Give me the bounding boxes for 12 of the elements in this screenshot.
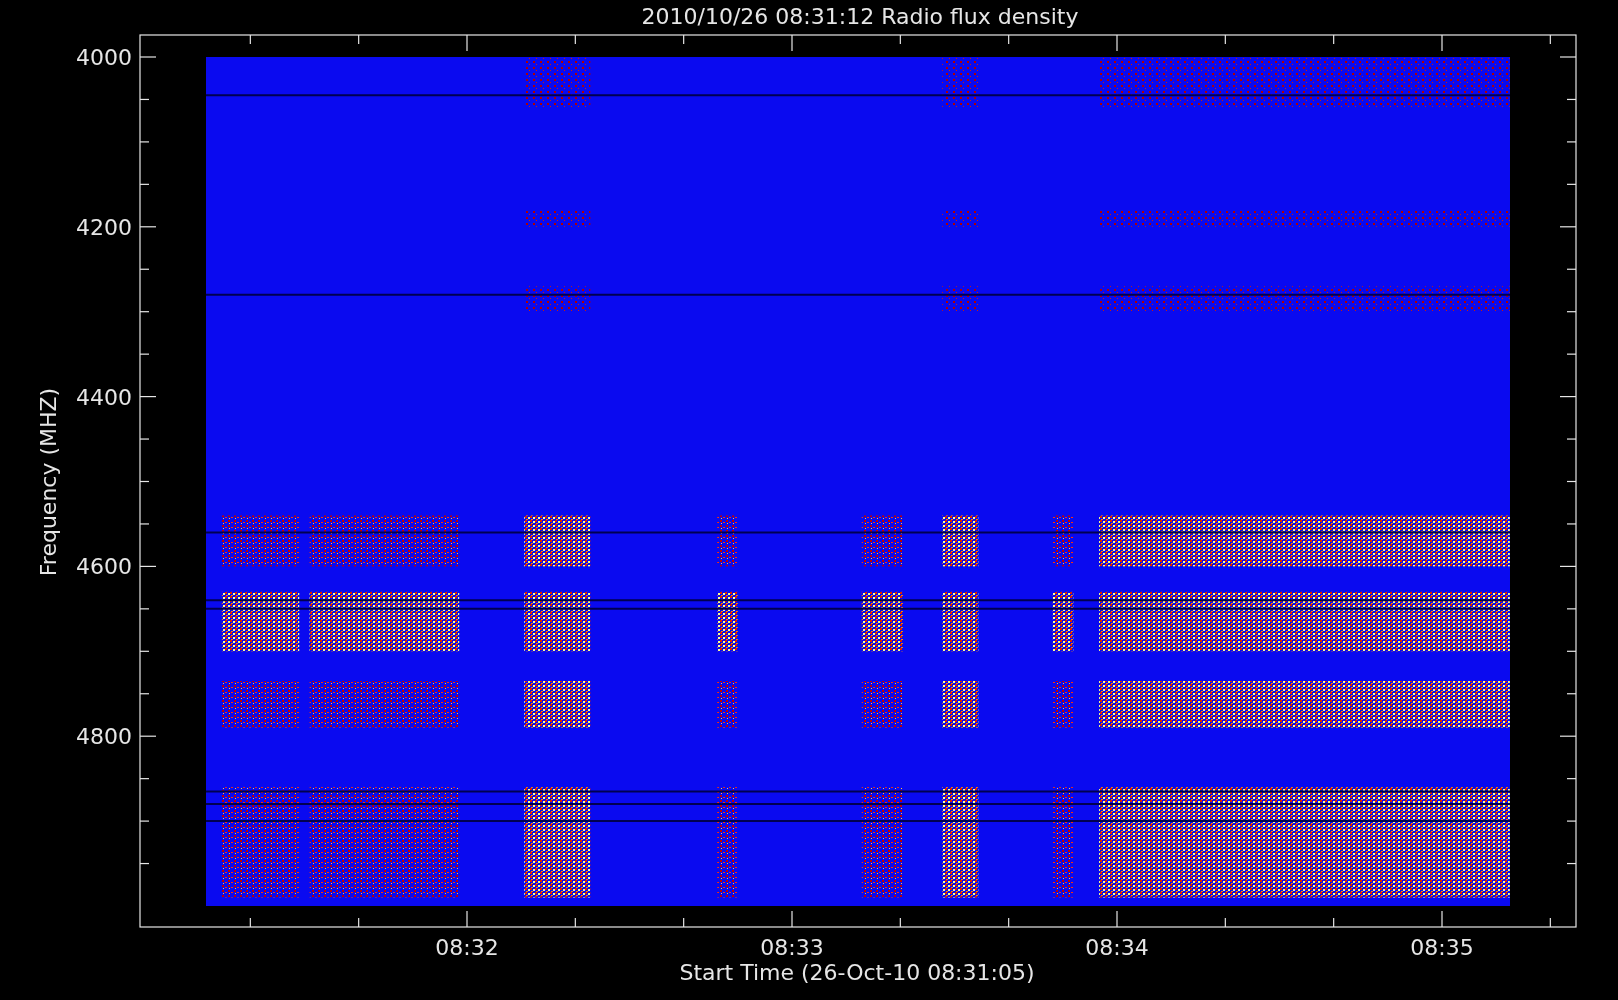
tick-label: 08:35 <box>1410 935 1474 960</box>
plot-title: 2010/10/26 08:31:12 Radio flux density <box>641 4 1079 29</box>
tick-label: 4400 <box>76 384 132 410</box>
tick-label: 08:33 <box>760 935 824 960</box>
tick-label: 4800 <box>76 724 132 750</box>
tick-label: 08:34 <box>1085 935 1149 960</box>
tick-label: 4200 <box>76 214 132 240</box>
axis-label: Frequency (MHZ) <box>36 387 61 577</box>
tick-label: 4600 <box>76 554 132 580</box>
tick-label: 08:32 <box>435 935 499 960</box>
axis-label: Start Time (26-Oct-10 08:31:05) <box>679 960 1035 985</box>
tick-label: 4000 <box>76 45 132 70</box>
